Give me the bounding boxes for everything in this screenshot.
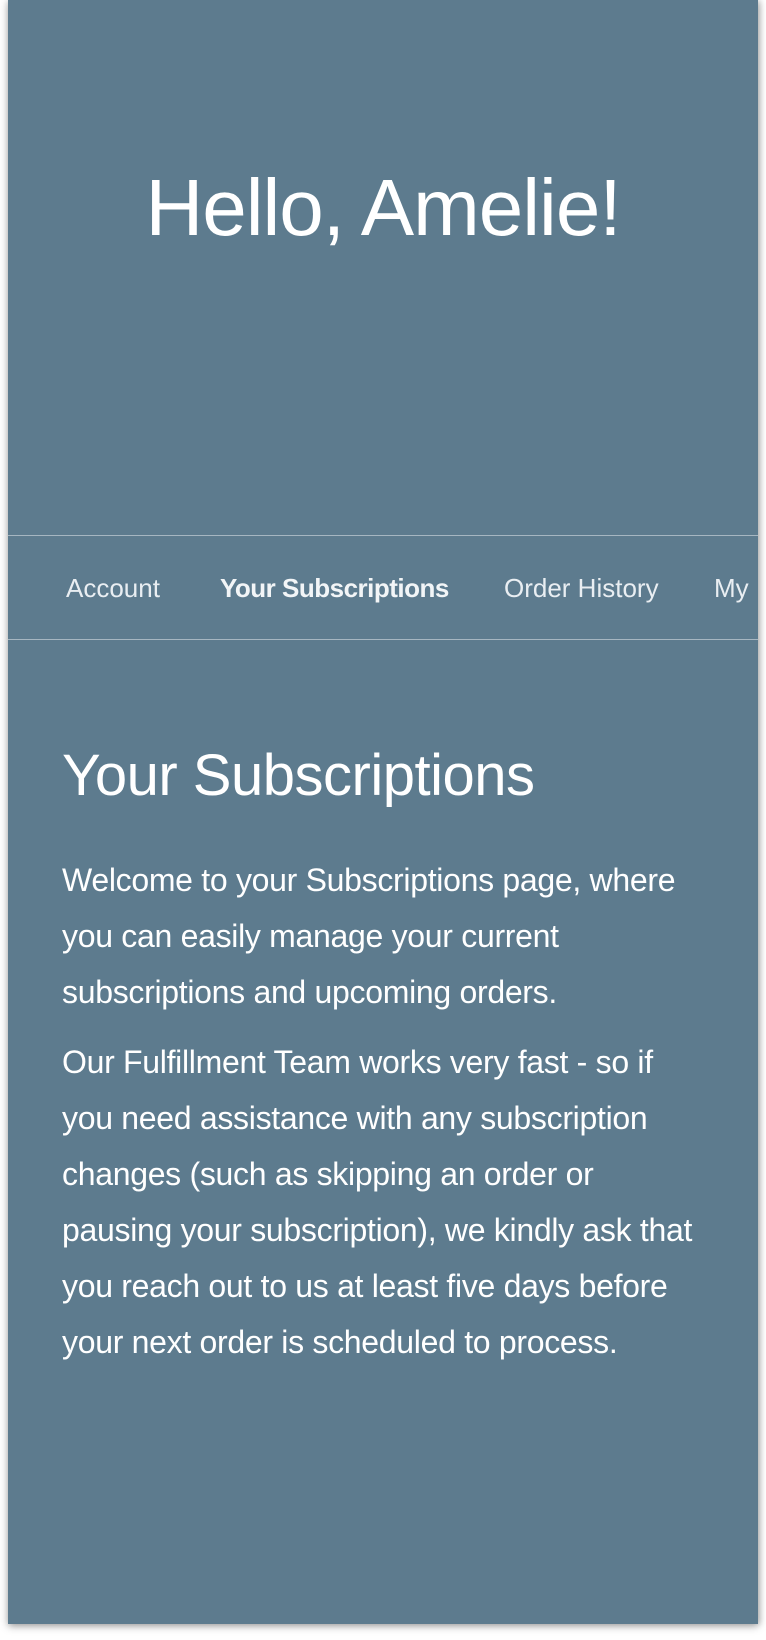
fulfillment-paragraph: Our Fulfillment Team works very fast - s… — [62, 1044, 693, 1360]
tab-account[interactable]: Account — [66, 572, 160, 604]
tab-order-history[interactable]: Order History — [504, 572, 659, 604]
hero-banner: Hello, Amelie! — [8, 0, 758, 535]
subscriptions-content: Your Subscriptions Welcome to your Subsc… — [62, 740, 712, 1370]
tab-my[interactable]: My — [714, 572, 749, 604]
account-tabs-nav: Account Your Subscriptions Order History… — [8, 535, 758, 640]
tab-your-subscriptions[interactable]: Your Subscriptions — [220, 572, 449, 604]
page-container: Hello, Amelie! Account Your Subscription… — [8, 0, 758, 1624]
welcome-paragraph: Welcome to your Subscriptions page, wher… — [62, 862, 676, 1010]
section-title: Your Subscriptions — [62, 743, 535, 808]
greeting-heading: Hello, Amelie! — [145, 163, 621, 252]
